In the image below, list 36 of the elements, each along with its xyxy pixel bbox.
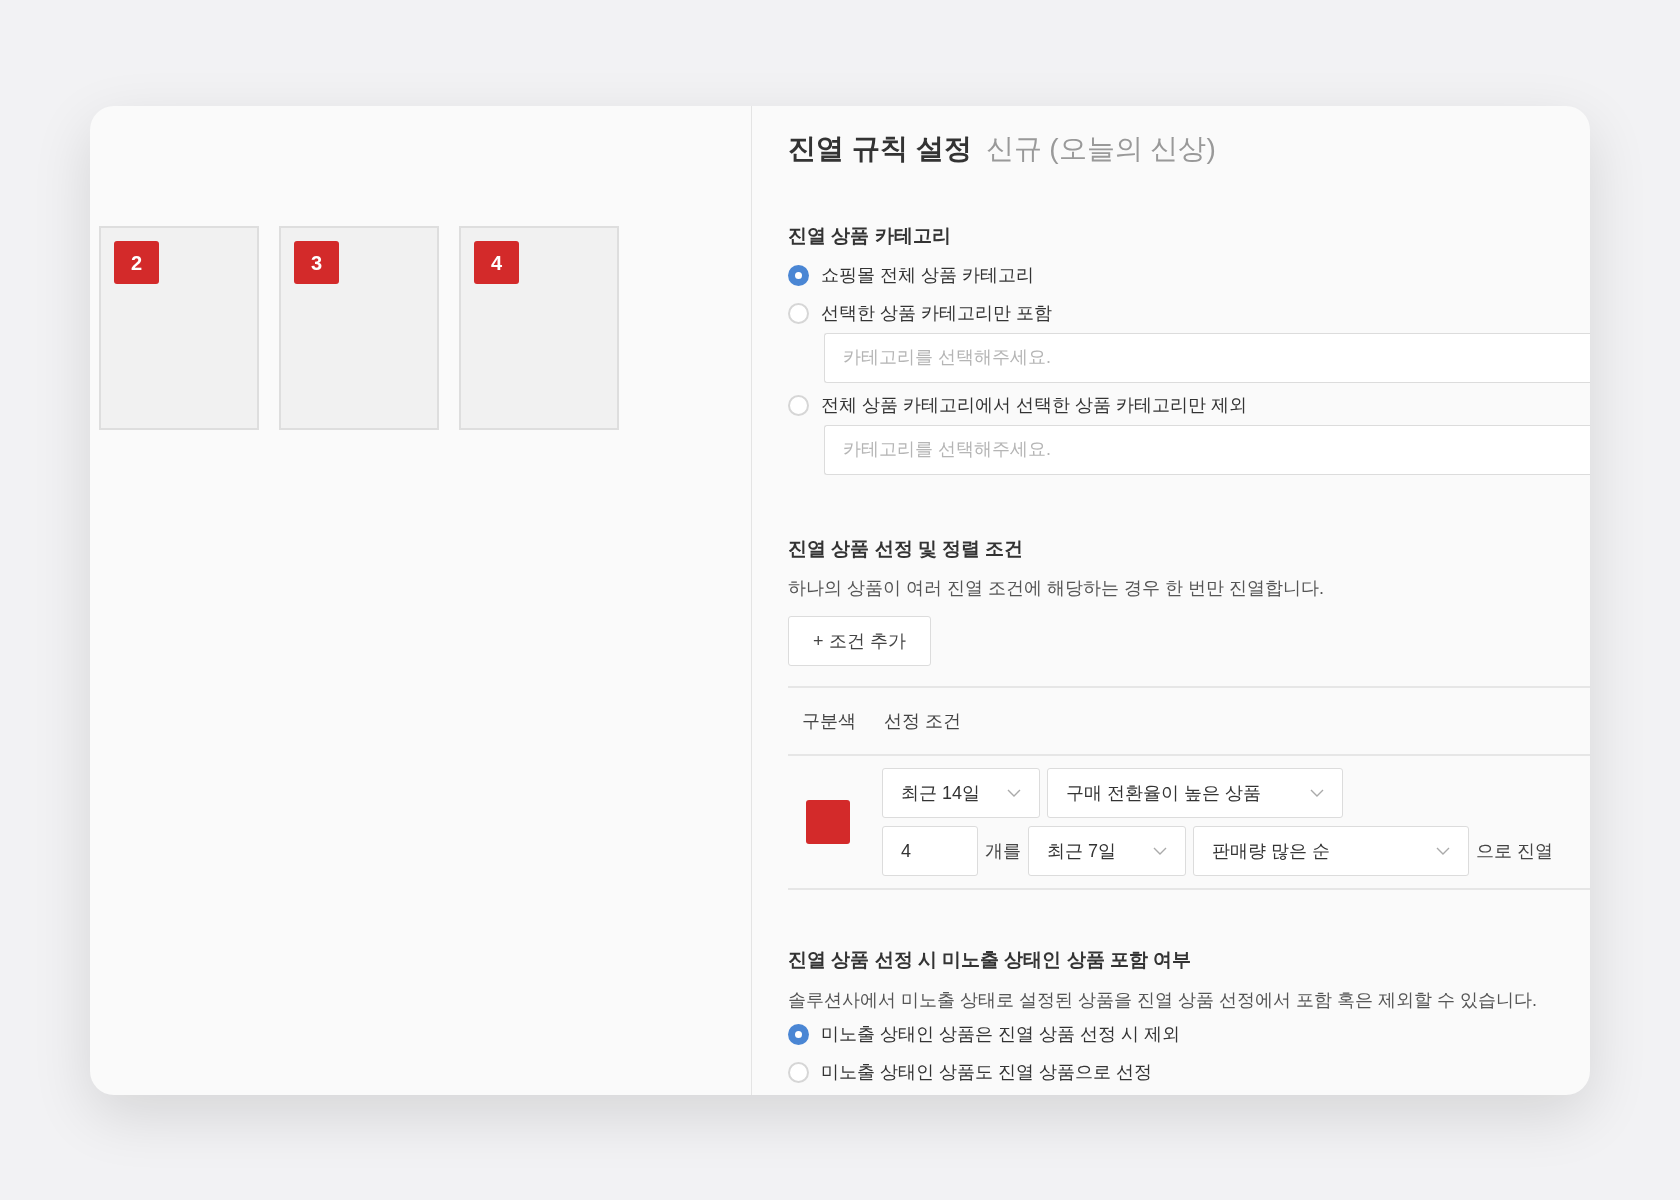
radio-button[interactable] xyxy=(788,395,809,416)
count-suffix: 개를 xyxy=(985,839,1021,863)
category-field[interactable]: 카테고리를 선택해주세요. xyxy=(824,424,1590,475)
dropdown[interactable]: 최근 7일 xyxy=(1028,826,1186,876)
dropdown[interactable]: 구매 전환율이 높은 상품 xyxy=(1047,768,1343,818)
radio-label: 전체 상품 카테고리에서 선택한 상품 카테고리만 제외 xyxy=(821,394,1247,417)
radio-label: 미노출 상태인 상품은 진열 상품 선정 시 제외 xyxy=(821,1023,1180,1046)
rank-badge: 2 xyxy=(114,241,159,284)
section-description: 하나의 상품이 여러 진열 조건에 해당하는 경우 한 번만 진열합니다. xyxy=(788,577,1325,600)
rank-badge: 4 xyxy=(474,241,519,284)
category-field[interactable]: 카테고리를 선택해주세요. xyxy=(824,332,1590,383)
column-header: 선정 조건 xyxy=(884,709,961,733)
section-heading: 진열 상품 선정 및 정렬 조건 xyxy=(788,536,1025,561)
radio-label: 선택한 상품 카테고리만 포함 xyxy=(821,302,1052,325)
chevron-down-icon xyxy=(1007,789,1021,797)
radio-button[interactable] xyxy=(788,1062,809,1083)
dropdown[interactable]: 판매량 많은 순 xyxy=(1193,826,1469,876)
section-heading: 진열 상품 선정 시 미노출 상태인 상품 포함 여부 xyxy=(788,948,1193,972)
column-header: 구분색 xyxy=(802,709,856,733)
dropdown[interactable]: 최근 14일 xyxy=(882,768,1040,818)
section-heading: 진열 상품 카테고리 xyxy=(788,224,952,248)
page-title: 진열 규칙 설정 xyxy=(788,132,972,166)
radio-label: 미노출 상태인 상품도 진열 상품으로 선정 xyxy=(821,1061,1152,1084)
radio-button[interactable] xyxy=(788,265,809,286)
page-subtitle: 신규 (오늘의 신상) xyxy=(985,132,1216,166)
radio-button[interactable] xyxy=(788,303,809,324)
radio-label: 쇼핑몰 전체 상품 카테고리 xyxy=(821,264,1034,287)
display-suffix: 으로 진열 xyxy=(1476,839,1553,863)
chevron-down-icon xyxy=(1436,847,1450,855)
count-field[interactable]: 4 xyxy=(882,826,978,876)
chevron-down-icon xyxy=(1153,847,1167,855)
add-condition-button[interactable]: + 조건 추가 xyxy=(788,616,931,666)
chevron-down-icon xyxy=(1310,789,1324,797)
rank-badge: 3 xyxy=(294,241,339,284)
radio-button[interactable] xyxy=(788,1024,809,1045)
section-description: 솔루션사에서 미노출 상태로 설정된 상품을 진열 상품 선정에서 포함 혹은 제외할 수 있습니다. xyxy=(788,988,1538,1012)
